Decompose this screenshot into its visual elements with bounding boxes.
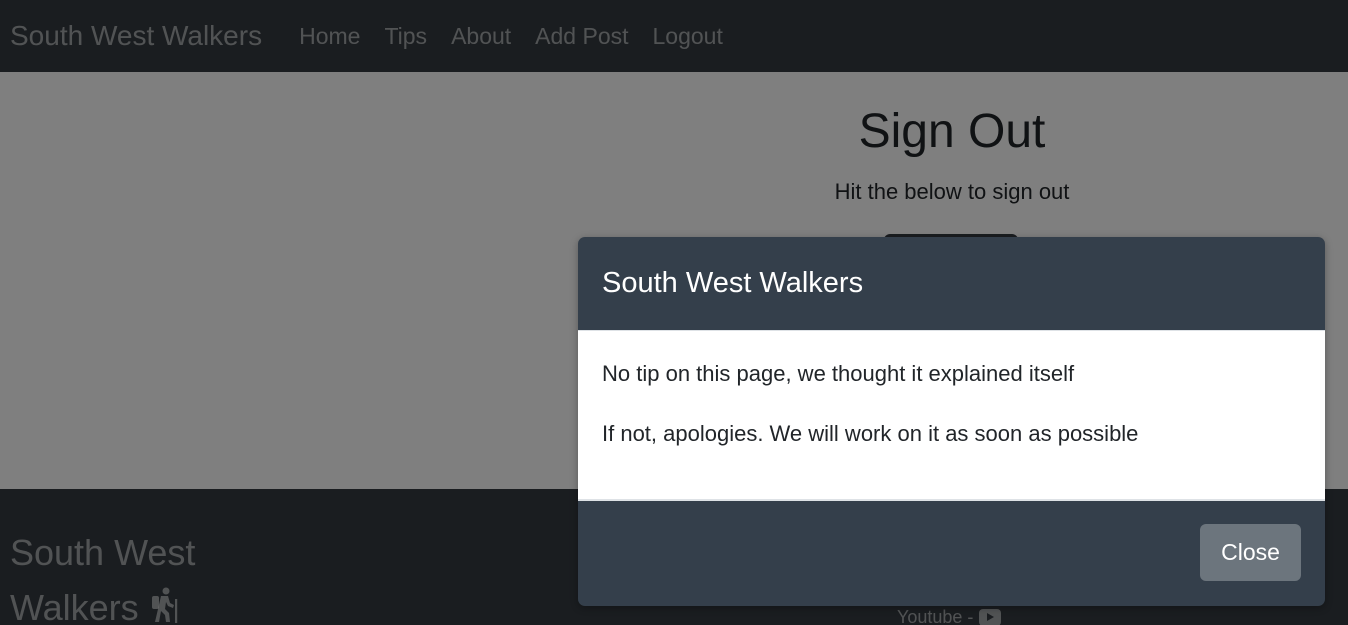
modal-body: No tip on this page, we thought it expla… [578, 331, 1325, 501]
modal-title: South West Walkers [602, 267, 864, 299]
tip-modal: South West Walkers No tip on this page, … [578, 237, 1325, 606]
modal-body-line: No tip on this page, we thought it expla… [602, 361, 1075, 386]
modal-header: South West Walkers [578, 237, 1325, 331]
modal-body-line: If not, apologies. We will work on it as… [602, 421, 1139, 446]
modal-footer: Close [578, 501, 1325, 606]
close-button[interactable]: Close [1200, 524, 1301, 581]
